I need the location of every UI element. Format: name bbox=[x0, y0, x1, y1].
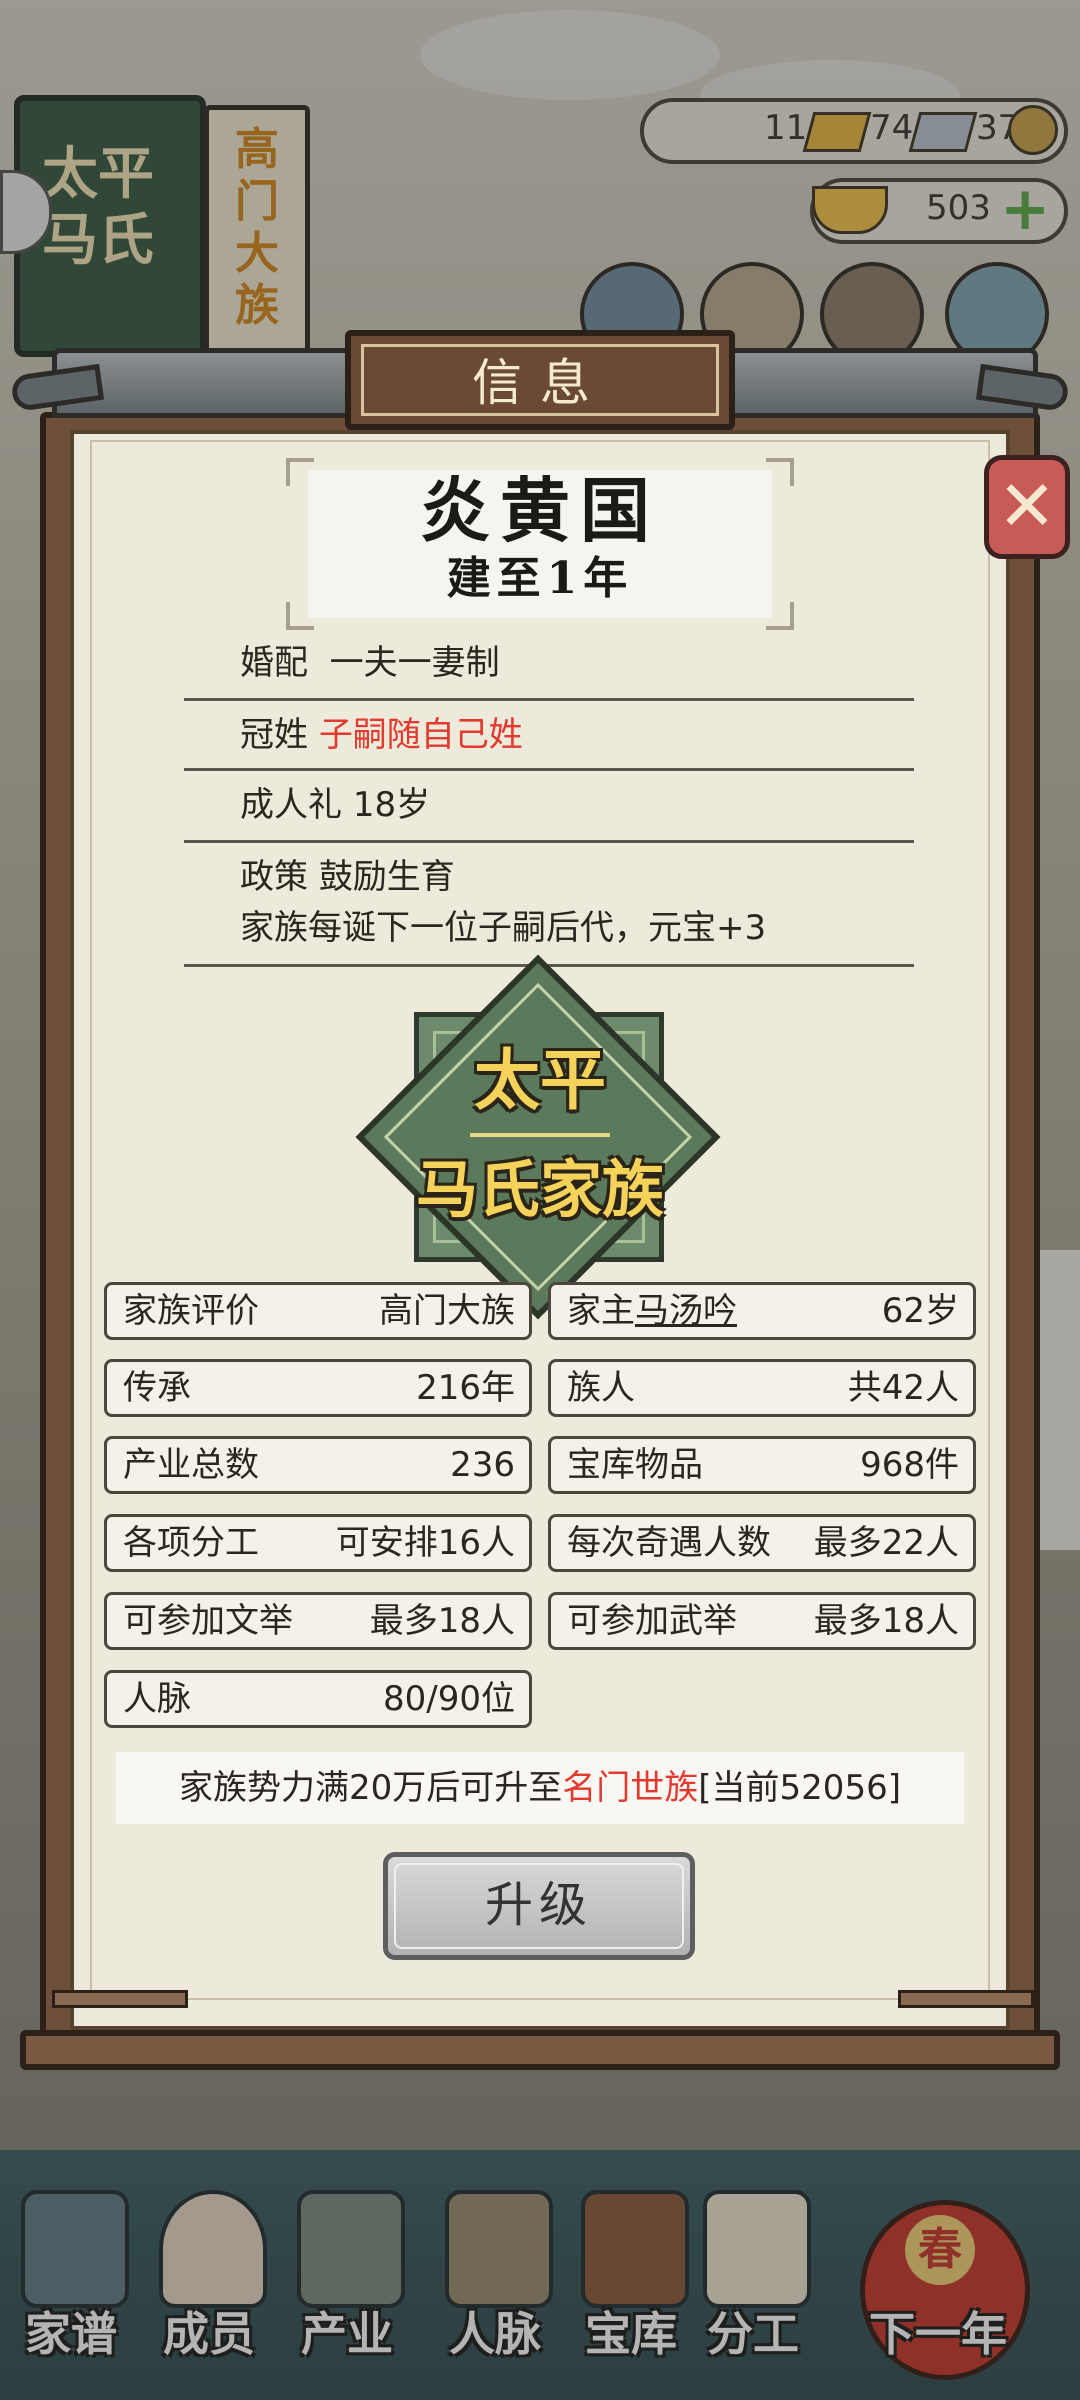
stat-industry: 产业总数 236 bbox=[104, 1436, 532, 1494]
stat-value: 共42人 bbox=[847, 1368, 959, 1408]
stat-value: 最多22人 bbox=[813, 1523, 959, 1563]
stat-label: 传承 bbox=[123, 1368, 191, 1408]
divider bbox=[184, 768, 914, 771]
coming-of-age-value: 18岁 bbox=[352, 785, 431, 825]
stat-treasury: 宝库物品 968件 bbox=[548, 1436, 976, 1494]
policy-desc: 家族每诞下一位子嗣后代，元宝+3 bbox=[240, 908, 767, 948]
stat-value: 最多18人 bbox=[813, 1601, 959, 1641]
panel-title: 信息 bbox=[472, 354, 608, 412]
marriage-label: 婚配 bbox=[240, 643, 308, 683]
stat-value: 80/90位 bbox=[383, 1679, 515, 1719]
emblem-line-2: 马氏家族 bbox=[415, 1153, 664, 1226]
stat-label: 人脉 bbox=[123, 1679, 191, 1719]
stat-rating: 家族评价 高门大族 bbox=[104, 1282, 532, 1340]
stat-value: 968件 bbox=[860, 1445, 959, 1485]
policy-value: 鼓励生育 bbox=[318, 857, 455, 897]
divider bbox=[184, 698, 914, 701]
upgrade-button[interactable]: 升级 bbox=[383, 1852, 695, 1960]
stat-label: 可参加武举 bbox=[567, 1601, 737, 1641]
stat-label: 可参加文举 bbox=[123, 1601, 293, 1641]
marriage-value: 一夫一妻制 bbox=[329, 643, 500, 683]
note-suffix: [当前52056] bbox=[698, 1768, 901, 1808]
family-head-name-link[interactable]: 马汤吟 bbox=[635, 1291, 737, 1331]
policy-label: 政策 bbox=[240, 857, 308, 897]
stat-value: 236 bbox=[450, 1445, 515, 1485]
country-name: 炎黄国 bbox=[420, 469, 660, 552]
surname-row: 冠姓 子嗣随自己姓 bbox=[240, 712, 523, 758]
era-year: 建至1年 bbox=[446, 553, 634, 604]
coming-of-age-row: 成人礼 18岁 bbox=[240, 782, 430, 828]
stat-encounter: 每次奇遇人数 最多22人 bbox=[548, 1514, 976, 1572]
divider bbox=[184, 840, 914, 843]
stat-label: 家族评价 bbox=[123, 1291, 259, 1331]
coming-of-age-label: 成人礼 bbox=[240, 785, 342, 825]
policy-row: 政策 鼓励生育 bbox=[240, 854, 455, 900]
stat-military-exam: 可参加武举 最多18人 bbox=[548, 1592, 976, 1650]
upgrade-requirement-note: 家族势力满20万后可升至名门世族[当前52056] bbox=[116, 1752, 964, 1824]
emblem-line-1: 太平 bbox=[474, 1041, 606, 1119]
country-card: 炎黄国 建至1年 bbox=[286, 458, 794, 630]
stat-label: 族人 bbox=[567, 1368, 635, 1408]
title-plaque: 信息 bbox=[345, 330, 735, 430]
stat-value: 高门大族 bbox=[379, 1291, 515, 1331]
stat-label: 各项分工 bbox=[123, 1523, 259, 1563]
stat-division: 各项分工 可安排16人 bbox=[104, 1514, 532, 1572]
close-icon: ✕ bbox=[997, 465, 1057, 547]
stat-value: 216年 bbox=[416, 1368, 515, 1408]
emblem-divider bbox=[470, 1133, 610, 1137]
stat-label: 家主马汤吟 bbox=[567, 1291, 737, 1331]
stat-label: 产业总数 bbox=[123, 1445, 259, 1485]
stat-value: 62岁 bbox=[881, 1291, 959, 1331]
stat-members: 族人 共42人 bbox=[548, 1359, 976, 1417]
stat-connections: 人脉 80/90位 bbox=[104, 1670, 532, 1728]
stat-heritage: 传承 216年 bbox=[104, 1359, 532, 1417]
stat-civil-exam: 可参加文举 最多18人 bbox=[104, 1592, 532, 1650]
stat-head: 家主马汤吟 62岁 bbox=[548, 1282, 976, 1340]
surname-value: 子嗣随自己姓 bbox=[318, 715, 523, 755]
upgrade-label: 升级 bbox=[484, 1877, 593, 1933]
stat-label: 每次奇遇人数 bbox=[567, 1523, 771, 1563]
stat-label: 宝库物品 bbox=[567, 1445, 703, 1485]
rail-decor bbox=[898, 1990, 1034, 2008]
rail-decor bbox=[52, 1990, 188, 2008]
marriage-row: 婚配 一夫一妻制 bbox=[240, 640, 500, 686]
note-target: 名门世族 bbox=[562, 1768, 699, 1808]
close-button[interactable]: ✕ bbox=[984, 455, 1070, 559]
note-prefix: 家族势力满20万后可升至 bbox=[179, 1768, 563, 1808]
stat-value: 最多18人 bbox=[369, 1601, 515, 1641]
surname-label: 冠姓 bbox=[240, 715, 308, 755]
panel-base bbox=[20, 2030, 1060, 2070]
stat-value: 可安排16人 bbox=[335, 1523, 515, 1563]
